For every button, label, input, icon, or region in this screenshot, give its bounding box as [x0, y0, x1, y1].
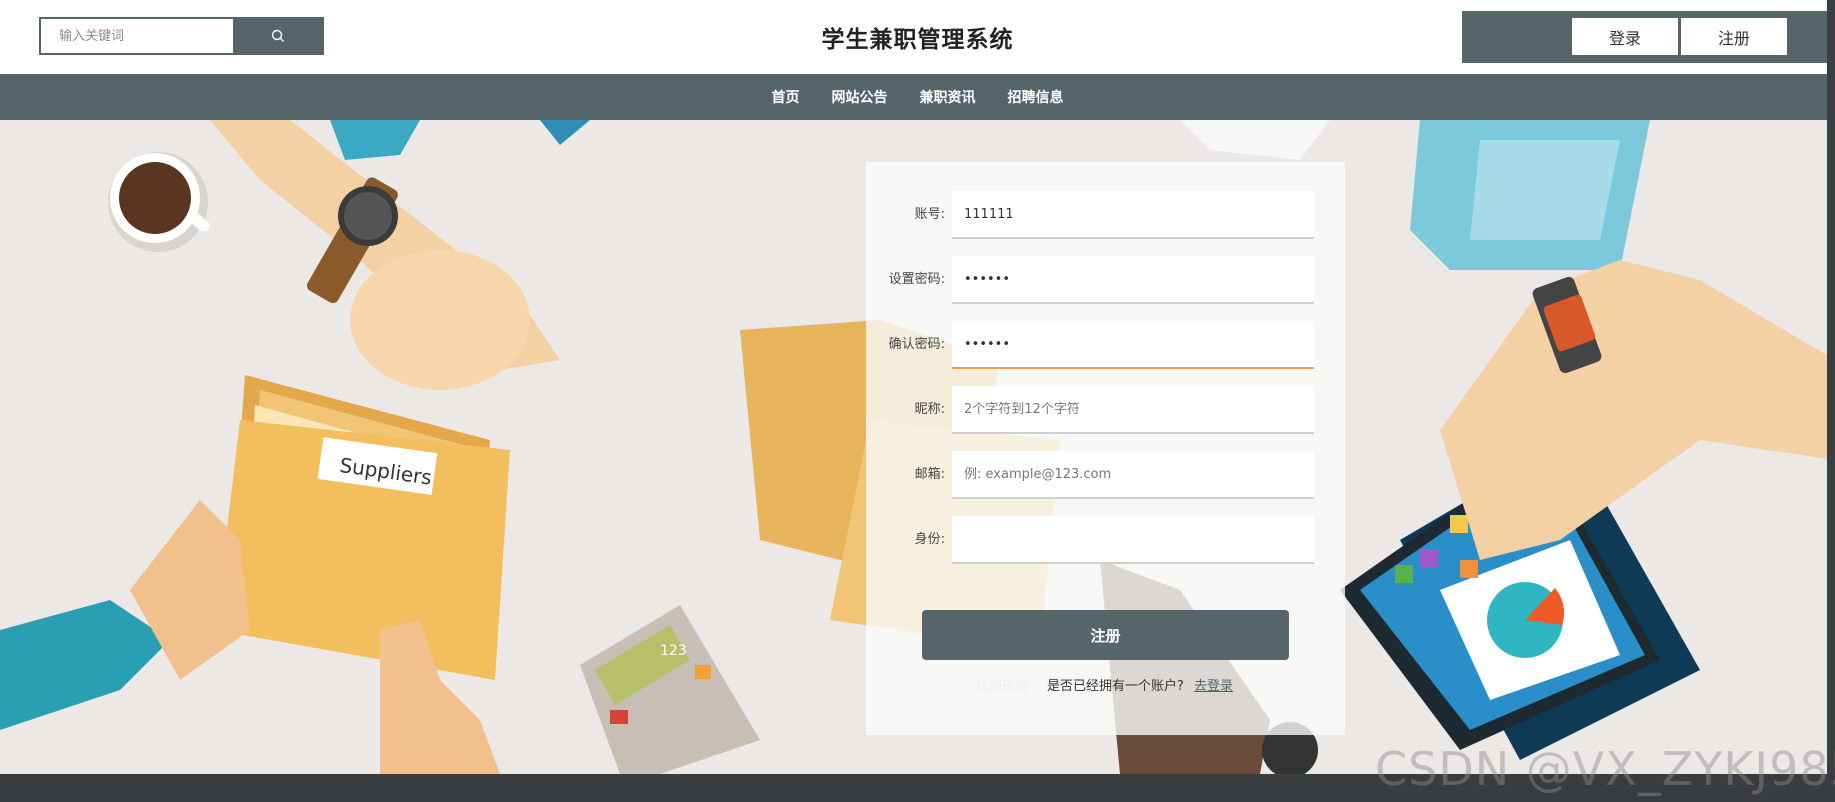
identity-label: 身份:	[914, 532, 945, 547]
nickname-input[interactable]	[952, 386, 1314, 434]
register-submit-button[interactable]: 注册	[922, 610, 1289, 660]
nav-item-recruitment[interactable]: 招聘信息	[992, 87, 1080, 107]
confirm-password-input[interactable]	[952, 321, 1314, 369]
identity-row: 身份:	[866, 516, 1345, 564]
forgot-password-link[interactable]: 找回密码	[976, 675, 1028, 694]
page-scrollbar[interactable]	[1827, 0, 1835, 774]
email-input[interactable]	[952, 451, 1314, 499]
account-label: 账号:	[914, 207, 945, 222]
email-row: 邮箱:	[866, 451, 1345, 499]
confirm-password-row: 确认密码:	[866, 321, 1345, 369]
account-row: 账号:	[866, 191, 1345, 239]
goto-login-link[interactable]: 去登录	[1194, 675, 1233, 694]
have-account-text: 是否已经拥有一个账户?	[1047, 679, 1184, 694]
register-form: 账号: 设置密码: 确认密码: 昵称: 邮箱: 身份: 注册 找回密码 是否已经…	[866, 162, 1345, 735]
identity-select[interactable]	[952, 516, 1314, 564]
account-input[interactable]	[952, 191, 1314, 239]
nickname-label: 昵称:	[914, 402, 945, 417]
calculator-display: 123	[660, 643, 687, 659]
watermark: CSDN @VX_ZYKJ985	[1375, 742, 1835, 796]
auth-bar: 登录 注册	[1462, 11, 1835, 63]
header: 学生兼职管理系统 登录 注册	[0, 0, 1835, 74]
email-label: 邮箱:	[914, 467, 945, 482]
nickname-row: 昵称:	[866, 386, 1345, 434]
main-nav: 首页 网站公告 兼职资讯 招聘信息	[0, 74, 1835, 120]
nav-item-parttime-news[interactable]: 兼职资讯	[904, 87, 992, 107]
password-label: 设置密码:	[888, 272, 945, 287]
password-input[interactable]	[952, 256, 1314, 304]
nav-item-home[interactable]: 首页	[756, 87, 816, 107]
form-links: 找回密码 是否已经拥有一个账户? 去登录	[866, 675, 1345, 695]
register-button[interactable]: 注册	[1681, 18, 1787, 55]
password-row: 设置密码:	[866, 256, 1345, 304]
confirm-password-label: 确认密码:	[888, 337, 945, 352]
nav-item-announcements[interactable]: 网站公告	[816, 87, 904, 107]
login-button[interactable]: 登录	[1572, 18, 1678, 55]
